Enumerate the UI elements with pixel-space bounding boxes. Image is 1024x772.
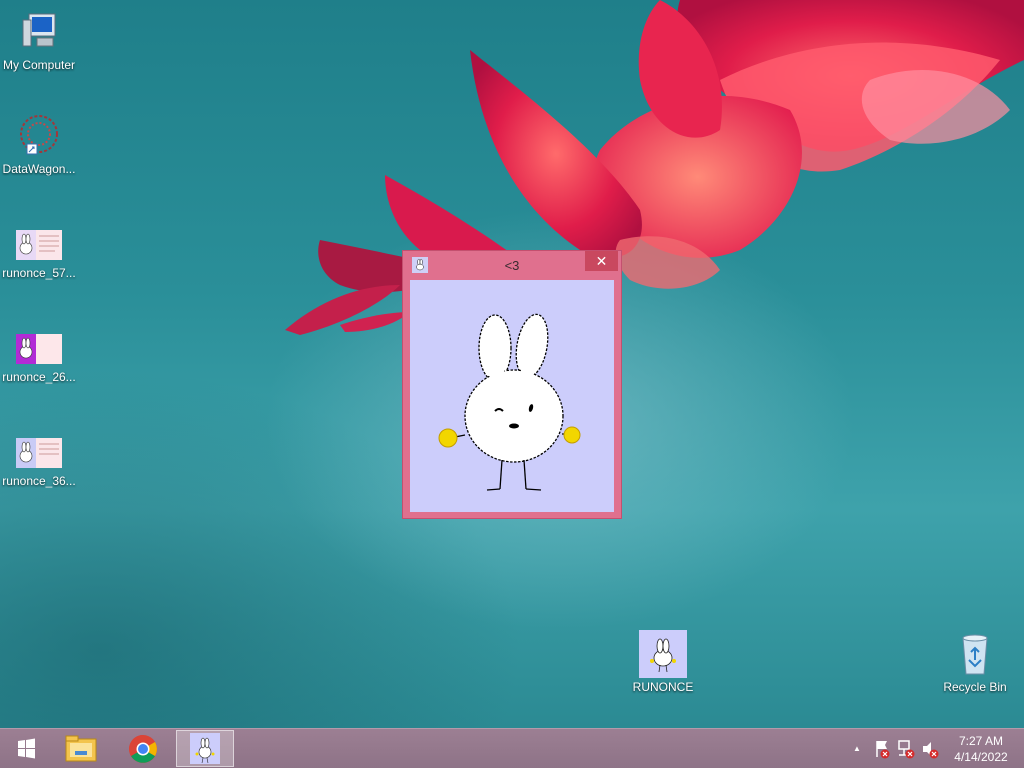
recycle-bin-icon xyxy=(951,630,999,678)
bunny-image-icon xyxy=(15,320,63,368)
desktop-icon-runonce-26[interactable]: runonce_26... xyxy=(0,320,78,384)
computer-icon xyxy=(15,8,63,56)
desktop-icon-label: runonce_36... xyxy=(2,474,76,488)
network-alert-icon xyxy=(898,740,915,759)
chevron-up-icon: ▲ xyxy=(853,744,861,753)
desktop-icon-label: Recycle Bin xyxy=(943,680,1007,694)
bunny-app-icon xyxy=(639,630,687,678)
datawagon-shortcut-icon xyxy=(15,112,63,160)
desktop-icon-label: runonce_26... xyxy=(2,370,76,384)
bunny-app-icon xyxy=(190,733,220,764)
desktop-icon-label: DataWagon... xyxy=(2,162,76,176)
desktop-icon-label: RUNONCE xyxy=(632,680,694,694)
desktop: My Computer DataWagon... runonce_57... r… xyxy=(0,0,1024,728)
desktop-icon-recycle-bin[interactable]: Recycle Bin xyxy=(936,630,1014,694)
taskbar: ▲ 7:27 AM 4/14/2022 xyxy=(0,728,1024,768)
window-client-area xyxy=(410,280,614,512)
clock-time: 7:27 AM xyxy=(958,734,1004,748)
app-window[interactable]: <3 ✕ xyxy=(402,250,622,519)
desktop-icon-runonce-57[interactable]: runonce_57... xyxy=(0,216,78,280)
desktop-icon-label: My Computer xyxy=(2,58,76,72)
bunny-image-icon xyxy=(15,424,63,472)
chrome-button[interactable] xyxy=(120,730,166,767)
runonce-taskbar-button[interactable] xyxy=(176,730,234,767)
desktop-icon-datawagon[interactable]: DataWagon... xyxy=(0,112,78,176)
close-icon: ✕ xyxy=(595,253,608,269)
desktop-icon-runonce-36[interactable]: runonce_36... xyxy=(0,424,78,488)
chrome-icon xyxy=(129,735,157,763)
show-hidden-icons-button[interactable]: ▲ xyxy=(850,729,864,769)
start-button[interactable] xyxy=(6,730,46,767)
desktop-icon-runonce-app[interactable]: RUNONCE xyxy=(624,630,702,694)
file-explorer-icon xyxy=(65,735,97,762)
network-button[interactable] xyxy=(896,729,916,769)
volume-muted-icon xyxy=(923,742,939,759)
action-center-button[interactable] xyxy=(872,729,892,769)
desktop-icon-label: runonce_57... xyxy=(2,266,76,280)
bunny-illustration xyxy=(438,313,581,491)
clock[interactable]: 7:27 AM 4/14/2022 xyxy=(948,729,1014,769)
desktop-icon-my-computer[interactable]: My Computer xyxy=(0,8,78,72)
clock-date: 4/14/2022 xyxy=(954,750,1008,764)
volume-button[interactable] xyxy=(920,729,940,769)
windows-logo-icon xyxy=(18,738,35,759)
file-explorer-button[interactable] xyxy=(58,730,104,767)
flag-alert-icon xyxy=(876,741,890,759)
window-titlebar[interactable]: <3 ✕ xyxy=(403,251,621,279)
bunny-image-icon xyxy=(15,216,63,264)
close-button[interactable]: ✕ xyxy=(585,251,618,271)
